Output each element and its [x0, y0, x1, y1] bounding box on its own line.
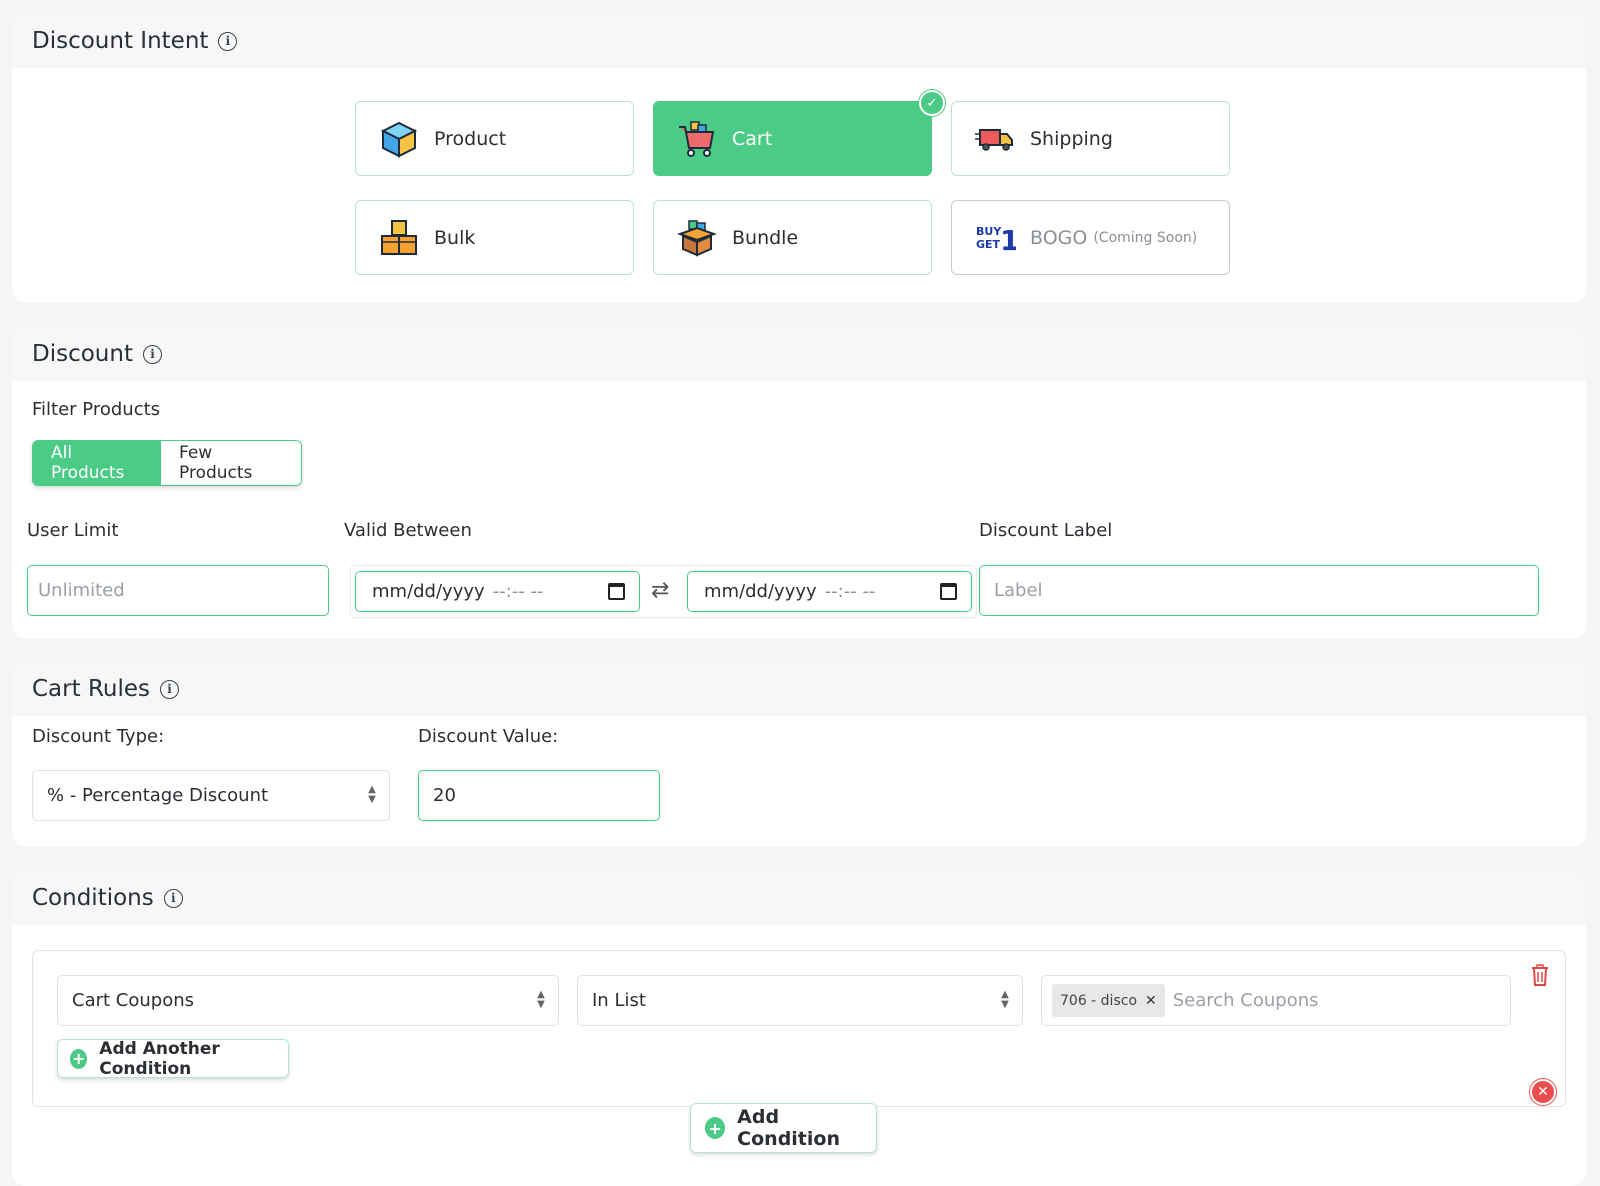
- intent-option-bulk[interactable]: Bulk: [355, 200, 634, 275]
- intent-option-label: Cart: [732, 127, 773, 150]
- panel-title: Discount Intent: [32, 28, 209, 54]
- plus-circle-icon: +: [70, 1048, 88, 1069]
- info-icon[interactable]: i: [160, 679, 179, 699]
- valid-between-label: Valid Between: [344, 520, 472, 541]
- intent-option-shipping[interactable]: Shipping: [951, 101, 1230, 176]
- cart-icon: [676, 118, 718, 160]
- filter-few-products-button[interactable]: Few Products: [161, 441, 301, 485]
- delete-condition-icon[interactable]: [1531, 964, 1549, 986]
- selected-coupon-tag: 706 - disco ✕: [1052, 984, 1165, 1017]
- info-icon[interactable]: i: [218, 31, 238, 51]
- panel-title: Cart Rules: [32, 676, 150, 702]
- condition-field-value: Cart Coupons: [72, 990, 194, 1011]
- start-date-input[interactable]: mm/dd/yyyy --:-- --: [355, 571, 640, 612]
- user-limit-input[interactable]: Unlimited: [27, 565, 329, 616]
- intent-option-label: BOGO: [1030, 226, 1088, 249]
- bundle-box-icon: [676, 217, 718, 259]
- date-placeholder: mm/dd/yyyy: [372, 581, 485, 602]
- buy1get1-icon: BUY GET 1: [974, 217, 1016, 259]
- add-another-condition-button[interactable]: + Add Another Condition: [57, 1038, 289, 1079]
- condition-operator-select[interactable]: In List ▲ ▼: [577, 975, 1023, 1026]
- swap-arrows-icon: ⇄: [651, 578, 670, 603]
- time-placeholder: --:-- --: [492, 581, 544, 602]
- coming-soon-note: (Coming Soon): [1093, 229, 1198, 246]
- discount-type-value: % - Percentage Discount: [47, 785, 269, 806]
- tag-label: 706 - disco: [1060, 992, 1138, 1009]
- shipping-truck-icon: [974, 118, 1016, 160]
- remove-group-icon[interactable]: ✕: [1530, 1079, 1556, 1105]
- calendar-icon[interactable]: [940, 583, 957, 600]
- panel-header: Discount i: [12, 327, 1586, 381]
- calendar-icon[interactable]: [608, 583, 625, 600]
- coupon-search-multiselect[interactable]: 706 - disco ✕ Search Coupons: [1041, 975, 1511, 1026]
- valid-between-range: mm/dd/yyyy --:-- -- ⇄ mm/dd/yyyy --:-- -…: [350, 565, 977, 618]
- user-limit-label: User Limit: [27, 520, 119, 541]
- discount-value-input[interactable]: 20: [418, 770, 660, 821]
- discount-label-input[interactable]: Label: [979, 565, 1539, 616]
- button-label: Add Another Condition: [99, 1038, 220, 1079]
- panel-header: Conditions i: [12, 871, 1586, 925]
- product-box-icon: [378, 118, 420, 160]
- svg-text:BUY: BUY: [976, 225, 1002, 238]
- cart-rules-panel: Cart Rules i Discount Type: % - Percenta…: [12, 662, 1586, 847]
- discount-value: 20: [433, 785, 456, 806]
- date-placeholder: mm/dd/yyyy: [704, 581, 817, 602]
- panel-title: Conditions: [32, 885, 154, 911]
- remove-tag-icon[interactable]: ✕: [1145, 993, 1157, 1009]
- time-placeholder: --:-- --: [824, 581, 876, 602]
- discount-intent-panel: Discount Intent i Product Cart ✓ Shippin…: [12, 14, 1586, 303]
- filter-products-toggle: All Products Few Products: [32, 440, 302, 486]
- discount-value-label: Discount Value:: [418, 726, 559, 747]
- intent-option-label: Shipping: [1030, 127, 1113, 150]
- search-coupons-placeholder: Search Coupons: [1172, 990, 1319, 1011]
- intent-option-cart[interactable]: Cart ✓: [653, 90, 945, 176]
- button-label: Add Condition: [737, 1106, 840, 1150]
- plus-circle-icon: +: [705, 1117, 726, 1139]
- condition-operator-value: In List: [592, 990, 646, 1011]
- discount-panel: Discount i Filter Products All Products …: [12, 327, 1586, 639]
- intent-option-product[interactable]: Product: [355, 101, 634, 176]
- user-limit-placeholder: Unlimited: [38, 580, 125, 601]
- intent-option-bundle[interactable]: Bundle: [653, 200, 932, 275]
- svg-text:1: 1: [1000, 224, 1016, 257]
- filter-all-products-button[interactable]: All Products: [33, 441, 161, 485]
- svg-text:GET: GET: [976, 238, 1001, 251]
- filter-products-label: Filter Products: [32, 399, 161, 420]
- select-chevron-icon: ▲ ▼: [537, 989, 545, 1010]
- conditions-panel: Conditions i Cart Coupons ▲ ▼ In List ▲ ▼ …: [12, 871, 1586, 1186]
- select-chevron-icon: ▲ ▼: [1001, 989, 1009, 1010]
- panel-header: Cart Rules i: [12, 662, 1586, 716]
- discount-label-label: Discount Label: [979, 520, 1113, 541]
- discount-type-select[interactable]: % - Percentage Discount ▲ ▼: [32, 770, 390, 821]
- info-icon[interactable]: i: [163, 888, 183, 908]
- select-chevron-icon: ▲ ▼: [368, 784, 376, 805]
- intent-option-label: Product: [434, 127, 507, 150]
- intent-option-label: Bulk: [434, 226, 476, 249]
- discount-type-label: Discount Type:: [32, 726, 165, 747]
- discount-label-placeholder: Label: [994, 580, 1043, 601]
- end-date-input[interactable]: mm/dd/yyyy --:-- --: [687, 571, 972, 612]
- bulk-boxes-icon: [378, 217, 420, 259]
- add-condition-button[interactable]: + Add Condition: [690, 1103, 877, 1153]
- condition-field-select[interactable]: Cart Coupons ▲ ▼: [57, 975, 559, 1026]
- intent-option-bogo[interactable]: BUY GET 1 BOGO (Coming Soon): [951, 200, 1230, 275]
- condition-group: Cart Coupons ▲ ▼ In List ▲ ▼ 706 - disco ✕…: [32, 950, 1566, 1107]
- selected-check-icon: ✓: [919, 90, 945, 116]
- info-icon[interactable]: i: [142, 344, 162, 364]
- panel-title: Discount: [32, 341, 133, 367]
- panel-header: Discount Intent i: [12, 14, 1586, 68]
- intent-option-label: Bundle: [732, 226, 799, 249]
